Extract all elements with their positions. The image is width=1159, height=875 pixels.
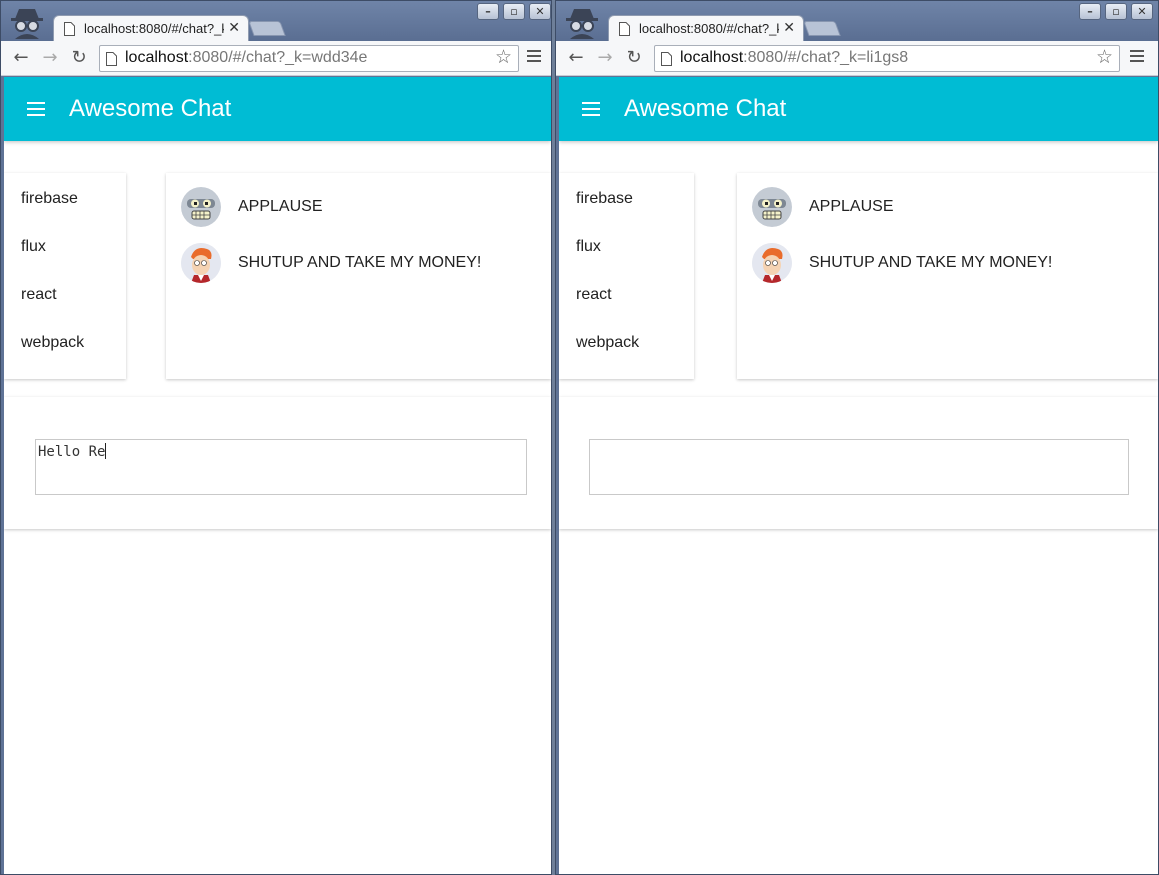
page-icon xyxy=(106,52,117,66)
menu-icon[interactable] xyxy=(1130,50,1144,64)
close-window-button[interactable]: ✕ xyxy=(1131,3,1153,20)
message-item: APPLAUSE xyxy=(752,187,1158,227)
message-item: SHUTUP AND TAKE MY MONEY! xyxy=(181,243,551,283)
incognito-icon xyxy=(566,9,598,39)
app-bar: Awesome Chat xyxy=(559,77,1158,141)
message-input-card: Hello Re xyxy=(4,397,551,529)
robot-avatar xyxy=(181,187,221,227)
minimize-button[interactable]: – xyxy=(1079,3,1101,20)
star-icon[interactable]: ☆ xyxy=(1096,46,1113,68)
page-content: Awesome Chat firebase flux react webpack… xyxy=(4,77,551,874)
close-window-button[interactable]: ✕ xyxy=(529,3,551,20)
browser-toolbar: ← → ↻ localhost:8080/#/chat?_k=wdd34e ☆ xyxy=(1,41,551,76)
back-icon[interactable]: ← xyxy=(565,47,587,69)
message-input[interactable] xyxy=(589,439,1129,495)
reload-icon[interactable]: ↻ xyxy=(68,47,90,69)
back-icon[interactable]: ← xyxy=(10,47,32,69)
browser-window-right: localhost:8080/#/chat?_k ✕ – ▫ ✕ ← → ↻ l… xyxy=(555,0,1159,875)
forward-icon[interactable]: → xyxy=(594,47,616,69)
tab-title: localhost:8080/#/chat?_k xyxy=(639,21,779,36)
tab-title: localhost:8080/#/chat?_k xyxy=(84,21,224,36)
title-bar: localhost:8080/#/chat?_k ✕ – ▫ ✕ xyxy=(1,1,551,42)
channel-item-react[interactable]: react xyxy=(21,286,57,304)
message-item: SHUTUP AND TAKE MY MONEY! xyxy=(752,243,1158,283)
fry-avatar xyxy=(181,243,221,283)
browser-tab[interactable]: localhost:8080/#/chat?_k ✕ xyxy=(608,15,804,42)
menu-icon[interactable] xyxy=(527,50,541,64)
message-list: APPLAUSE SHUTUP AND TAKE MY MONEY! xyxy=(166,173,551,379)
forward-icon[interactable]: → xyxy=(39,47,61,69)
url-text: localhost:8080/#/chat?_k=wdd34e xyxy=(125,49,368,66)
app-bar: Awesome Chat xyxy=(4,77,551,141)
address-bar[interactable]: localhost:8080/#/chat?_k=li1gs8 ☆ xyxy=(654,45,1120,72)
close-icon[interactable]: ✕ xyxy=(783,20,795,36)
channel-item-webpack[interactable]: webpack xyxy=(21,334,84,352)
text-caret xyxy=(105,443,107,459)
reload-icon[interactable]: ↻ xyxy=(623,47,645,69)
browser-tab[interactable]: localhost:8080/#/chat?_k ✕ xyxy=(53,15,249,42)
channel-list: firebase flux react webpack xyxy=(4,173,126,379)
robot-avatar xyxy=(752,187,792,227)
page-icon xyxy=(619,22,630,36)
browser-toolbar: ← → ↻ localhost:8080/#/chat?_k=li1gs8 ☆ xyxy=(556,41,1158,76)
title-bar: localhost:8080/#/chat?_k ✕ – ▫ ✕ xyxy=(556,1,1158,42)
star-icon[interactable]: ☆ xyxy=(495,46,512,68)
message-input[interactable]: Hello Re xyxy=(35,439,527,495)
browser-window-left: localhost:8080/#/chat?_k ✕ – ▫ ✕ ← → ↻ l… xyxy=(0,0,552,875)
message-text: SHUTUP AND TAKE MY MONEY! xyxy=(809,254,1053,271)
page-content: Awesome Chat firebase flux react webpack… xyxy=(559,77,1158,874)
channel-list: firebase flux react webpack xyxy=(559,173,694,379)
maximize-button[interactable]: ▫ xyxy=(503,3,525,20)
message-input-card xyxy=(559,397,1158,529)
fry-avatar xyxy=(752,243,792,283)
app-title: Awesome Chat xyxy=(69,95,232,122)
channel-item-flux[interactable]: flux xyxy=(21,238,46,256)
incognito-icon xyxy=(11,9,43,39)
channel-item-react[interactable]: react xyxy=(576,286,612,304)
new-tab-button[interactable] xyxy=(803,21,841,36)
page-icon xyxy=(64,22,75,36)
channel-item-firebase[interactable]: firebase xyxy=(21,190,78,208)
new-tab-button[interactable] xyxy=(248,21,286,36)
app-title: Awesome Chat xyxy=(624,95,787,122)
message-text: APPLAUSE xyxy=(238,198,323,215)
url-text: localhost:8080/#/chat?_k=li1gs8 xyxy=(680,49,909,66)
hamburger-icon[interactable] xyxy=(27,102,45,116)
address-bar[interactable]: localhost:8080/#/chat?_k=wdd34e ☆ xyxy=(99,45,519,72)
channel-item-flux[interactable]: flux xyxy=(576,238,601,256)
channel-item-webpack[interactable]: webpack xyxy=(576,334,639,352)
maximize-button[interactable]: ▫ xyxy=(1105,3,1127,20)
close-icon[interactable]: ✕ xyxy=(228,20,240,36)
message-text: APPLAUSE xyxy=(809,198,894,215)
message-item: APPLAUSE xyxy=(181,187,551,227)
minimize-button[interactable]: – xyxy=(477,3,499,20)
page-icon xyxy=(661,52,672,66)
message-text: SHUTUP AND TAKE MY MONEY! xyxy=(238,254,482,271)
hamburger-icon[interactable] xyxy=(582,102,600,116)
message-list: APPLAUSE SHUTUP AND TAKE MY MONEY! xyxy=(737,173,1158,379)
channel-item-firebase[interactable]: firebase xyxy=(576,190,633,208)
